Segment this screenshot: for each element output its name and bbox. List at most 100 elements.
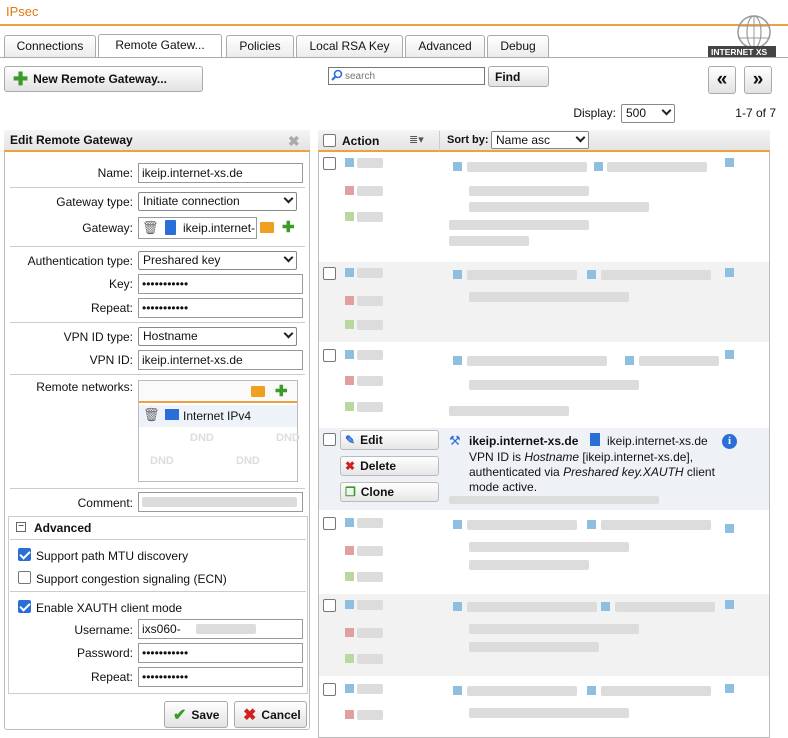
sort-by-label: Sort by: — [447, 134, 489, 146]
column-menu-icon[interactable]: ≣▾ — [409, 133, 424, 146]
gateway-name: ikeip.internet-xs.de — [469, 434, 579, 448]
new-remote-gateway-label: New Remote Gateway... — [33, 72, 167, 86]
name-label: Name: — [97, 166, 133, 180]
auth-type-value: Preshared key — [143, 253, 221, 267]
divider — [10, 539, 306, 540]
x-icon: ✖ — [345, 459, 356, 473]
find-button[interactable]: Find — [488, 66, 549, 87]
display-label: Display: — [573, 106, 616, 120]
gateway-type-label: Gateway type: — [56, 195, 133, 209]
password-input[interactable]: ••••••••••• — [138, 643, 303, 663]
vpn-id-input[interactable]: ikeip.internet-xs.de — [138, 350, 303, 370]
list-item[interactable] — [319, 262, 769, 342]
folder-icon[interactable] — [260, 222, 274, 233]
cancel-label: Cancel — [261, 707, 301, 722]
trash-icon[interactable]: 🗑 — [143, 407, 160, 423]
next-page-button[interactable]: » — [744, 66, 772, 94]
list-item[interactable] — [319, 512, 769, 592]
vpn-id-type-select[interactable]: Hostname — [138, 327, 297, 346]
row-checkbox[interactable] — [323, 267, 336, 280]
tab-connections[interactable]: Connections — [4, 35, 96, 57]
row-checkbox[interactable] — [323, 683, 336, 696]
host-icon — [165, 220, 176, 235]
select-all-checkbox[interactable] — [323, 134, 336, 147]
cancel-button[interactable]: ✖ Cancel — [234, 701, 307, 728]
folder-icon[interactable] — [251, 386, 265, 397]
add-gateway-icon[interactable]: ✚ — [282, 218, 295, 236]
key-input[interactable]: ••••••••••• — [138, 274, 303, 294]
row-checkbox[interactable] — [323, 433, 336, 446]
comment-label: Comment: — [77, 496, 133, 510]
auth-type-select[interactable]: Preshared key — [138, 251, 297, 270]
row-checkbox[interactable] — [323, 517, 336, 530]
divider — [10, 246, 305, 247]
gateway-type-select[interactable]: Initiate connection — [138, 192, 297, 211]
advanced-label: Advanced — [34, 521, 92, 535]
username-input[interactable]: ixs060- — [138, 619, 303, 639]
divider — [439, 131, 440, 151]
search-icon — [331, 69, 343, 81]
remote-networks-label: Remote networks: — [36, 380, 133, 394]
save-button[interactable]: ✔ Save — [164, 701, 228, 728]
logo-text: INTERNET XS — [711, 47, 768, 57]
tab-policies[interactable]: Policies — [226, 35, 294, 57]
checkmark-icon: ✔ — [173, 706, 187, 724]
list-item[interactable] — [319, 344, 769, 428]
edit-panel-title: Edit Remote Gateway — [4, 130, 310, 152]
delete-button[interactable]: ✖ Delete — [340, 456, 439, 476]
delete-label: Delete — [360, 459, 397, 473]
company-logo: INTERNET XS — [708, 12, 776, 58]
list-item[interactable] — [319, 678, 769, 737]
chevron-down-icon — [575, 132, 586, 143]
collapse-icon[interactable]: − — [16, 522, 26, 532]
clone-button[interactable]: ❐ Clone — [340, 482, 439, 502]
display-select[interactable]: 500 — [621, 104, 675, 123]
host-icon — [590, 433, 600, 446]
chevron-down-icon — [661, 105, 672, 116]
trash-icon[interactable]: 🗑 — [142, 220, 159, 236]
list-item[interactable] — [319, 154, 769, 260]
add-network-icon[interactable]: ✚ — [275, 382, 288, 400]
plus-icon: ✚ — [13, 68, 29, 89]
tab-remote-gateways[interactable]: Remote Gatew... — [98, 34, 222, 58]
gateway-type-value: Initiate connection — [143, 194, 240, 208]
new-remote-gateway-button[interactable]: ✚ New Remote Gateway... — [4, 66, 203, 92]
row-checkbox[interactable] — [323, 349, 336, 362]
info-icon[interactable]: i — [722, 434, 737, 449]
tab-local-rsa-key[interactable]: Local RSA Key — [296, 35, 403, 57]
clone-label: Clone — [360, 485, 395, 499]
key-label: Key: — [108, 277, 133, 291]
divider — [10, 187, 305, 188]
display-value: 500 — [626, 106, 647, 120]
edit-label: Edit — [360, 433, 383, 447]
network-item-label: Internet IPv4 — [183, 409, 252, 423]
sort-select[interactable]: Name asc — [491, 131, 589, 149]
row-checkbox[interactable] — [323, 599, 336, 612]
comment-input[interactable] — [138, 492, 303, 512]
prev-page-button[interactable]: « — [708, 66, 736, 94]
gateway-description-line3: mode active. — [469, 480, 538, 494]
name-input[interactable]: ikeip.internet-xs.de — [138, 163, 303, 183]
repeat-label: Repeat: — [90, 301, 133, 315]
list-item[interactable] — [319, 594, 769, 676]
gateway-description-line1: VPN ID is Hostname [ikeip.internet-xs.de… — [469, 450, 694, 464]
tab-debug[interactable]: Debug — [487, 35, 549, 57]
username-value: ixs060- — [142, 622, 181, 636]
repeat-input[interactable]: ••••••••••• — [138, 298, 303, 318]
row-checkbox[interactable] — [323, 157, 336, 170]
xauth-checkbox[interactable] — [18, 600, 31, 613]
chevron-down-icon — [283, 328, 294, 339]
vpn-id-type-value: Hostname — [143, 329, 198, 343]
tab-advanced[interactable]: Advanced — [405, 35, 485, 57]
mtu-checkbox[interactable] — [18, 548, 31, 561]
edit-button[interactable]: ✎ Edit — [340, 430, 439, 450]
mtu-label: Support path MTU discovery — [36, 549, 189, 563]
search-input[interactable] — [328, 67, 485, 85]
app-title: IPsec — [6, 4, 39, 19]
chevron-down-icon — [283, 252, 294, 263]
close-icon[interactable]: ✖ — [288, 133, 300, 150]
ecn-checkbox[interactable] — [18, 571, 31, 584]
divider — [10, 322, 305, 323]
repeat-password-input[interactable]: ••••••••••• — [138, 667, 303, 687]
gateway-host: ikeip.internet-xs.de — [607, 434, 708, 448]
